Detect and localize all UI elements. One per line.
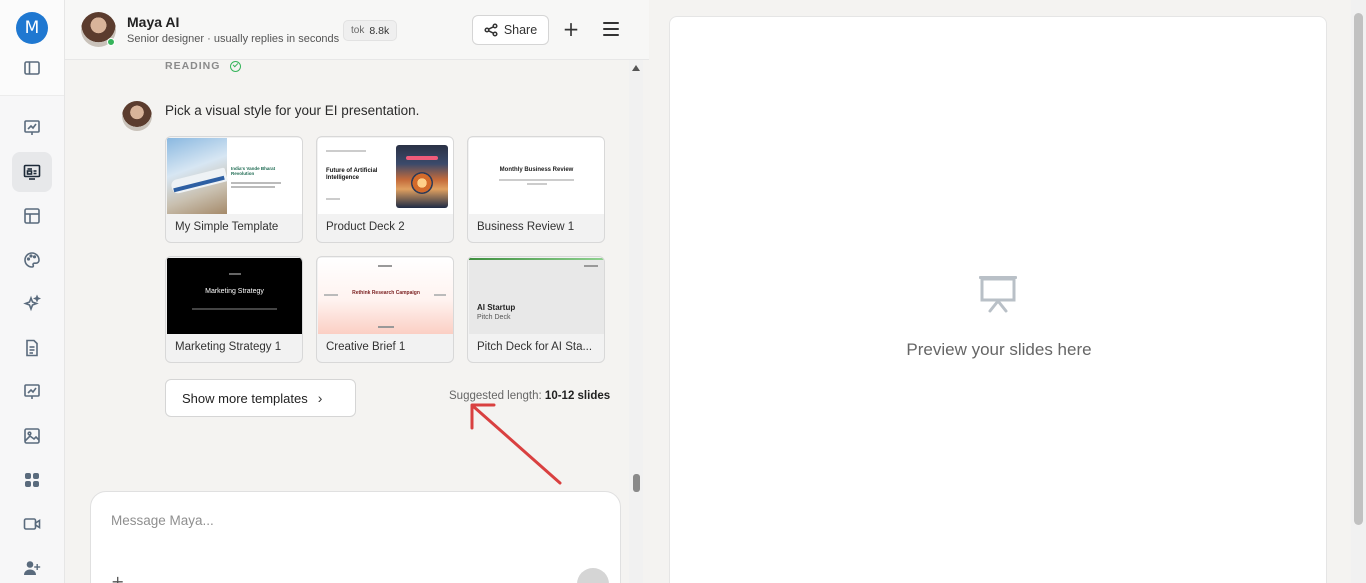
new-chat-plus-icon[interactable]: + [560,17,582,41]
share-label: Share [503,23,538,37]
template-card[interactable]: Monthly Business Review Business Review … [467,136,605,243]
video-icon[interactable] [12,504,52,544]
add-user-icon[interactable] [12,548,52,583]
presentation-board-icon [979,276,1017,313]
thumb-title: Monthly Business Review [499,167,574,173]
palette-icon[interactable] [12,240,52,280]
template-card[interactable]: AI Startup Pitch Deck Pitch Deck for AI … [467,256,605,363]
template-label: Business Review 1 [477,221,575,233]
thumb-subtitle: Pitch Deck [477,314,511,321]
slides-icon[interactable] [12,152,52,192]
chat-scrollbar[interactable] [629,60,643,583]
message-avatar [122,101,152,131]
template-card[interactable]: India's Vande Bharat Revolution My Simpl… [165,136,303,243]
template-card[interactable]: Rethink Research Campaign Creative Brief… [316,256,454,363]
apps-icon[interactable] [12,460,52,500]
token-label: tok [351,25,365,36]
user-avatar[interactable]: M [16,12,48,44]
thumb-title: AI Startup [477,303,516,312]
agent-subtitle: Senior designer · usually replies in sec… [127,33,340,45]
presentation-icon[interactable] [12,372,52,412]
chevron-right-icon: › [317,390,323,406]
show-more-label: Show more templates [182,390,308,406]
thumb-title: Rethink Research Campaign [352,290,420,296]
reading-status: READING [165,60,242,72]
template-label: My Simple Template [175,221,279,233]
sparkles-icon[interactable] [12,284,52,324]
app-root: M Maya AI Senior designer · usually repl… [0,0,1366,583]
chat-header: Maya AI Senior designer · usually replie… [65,0,649,60]
token-value: 8.8k [369,24,390,37]
slide-preview-panel: Preview your slides here [669,16,1327,583]
chart-presentation-icon[interactable] [12,108,52,148]
message-composer[interactable]: Message Maya... + [90,491,621,583]
template-thumbnail: Monthly Business Review [469,138,604,214]
assistant-message: Pick a visual style for your EI presenta… [165,103,420,118]
thumb-title: India's Vande Bharat Revolution [231,166,276,176]
hamburger-menu-icon[interactable] [600,19,622,41]
template-card[interactable]: Marketing Strategy Marketing Strategy 1 [165,256,303,363]
annotation-arrow [470,403,562,485]
chat-scrollbar-thumb[interactable] [633,474,640,492]
send-button[interactable] [577,568,609,583]
template-thumbnail: AI Startup Pitch Deck [469,258,604,334]
preview-placeholder-text: Preview your slides here [906,340,1092,359]
sidebar-toggle-icon[interactable] [12,48,52,88]
share-button[interactable]: Share [472,15,549,45]
chat-panel: Maya AI Senior designer · usually replie… [65,0,649,583]
template-label: Pitch Deck for AI Sta... [477,341,593,353]
token-counter: tok 8.8k [343,20,398,41]
scroll-up-arrow-icon[interactable] [632,65,640,71]
template-thumbnail: Rethink Research Campaign [318,258,453,334]
share-icon [484,23,498,37]
agent-name: Maya AI [127,14,180,30]
template-label: Marketing Strategy 1 [175,341,282,353]
template-thumbnail: India's Vande Bharat Revolution [167,138,302,214]
reading-label: READING [165,60,221,72]
online-status-dot [107,38,115,46]
template-card[interactable]: Future of Artificial Intelligence Produc… [316,136,454,243]
document-icon[interactable] [12,328,52,368]
thumb-title: Future of Artificial Intelligence [326,168,378,182]
template-thumbnail: Marketing Strategy [167,258,302,334]
template-label: Creative Brief 1 [326,341,406,353]
layout-icon[interactable] [12,196,52,236]
show-more-templates-button[interactable]: Show more templates › [165,379,356,417]
page-scrollbar[interactable] [1351,0,1366,583]
message-input[interactable]: Message Maya... [111,513,214,528]
attach-plus-icon[interactable]: + [111,572,124,583]
check-circle-icon [230,60,242,72]
rail-top: M [0,0,64,96]
thumb-title: Marketing Strategy [205,288,264,295]
template-label: Product Deck 2 [326,221,405,233]
page-scrollbar-thumb[interactable] [1354,13,1363,525]
template-thumbnail: Future of Artificial Intelligence [318,138,453,214]
left-rail: M [0,0,65,583]
image-icon[interactable] [12,416,52,456]
